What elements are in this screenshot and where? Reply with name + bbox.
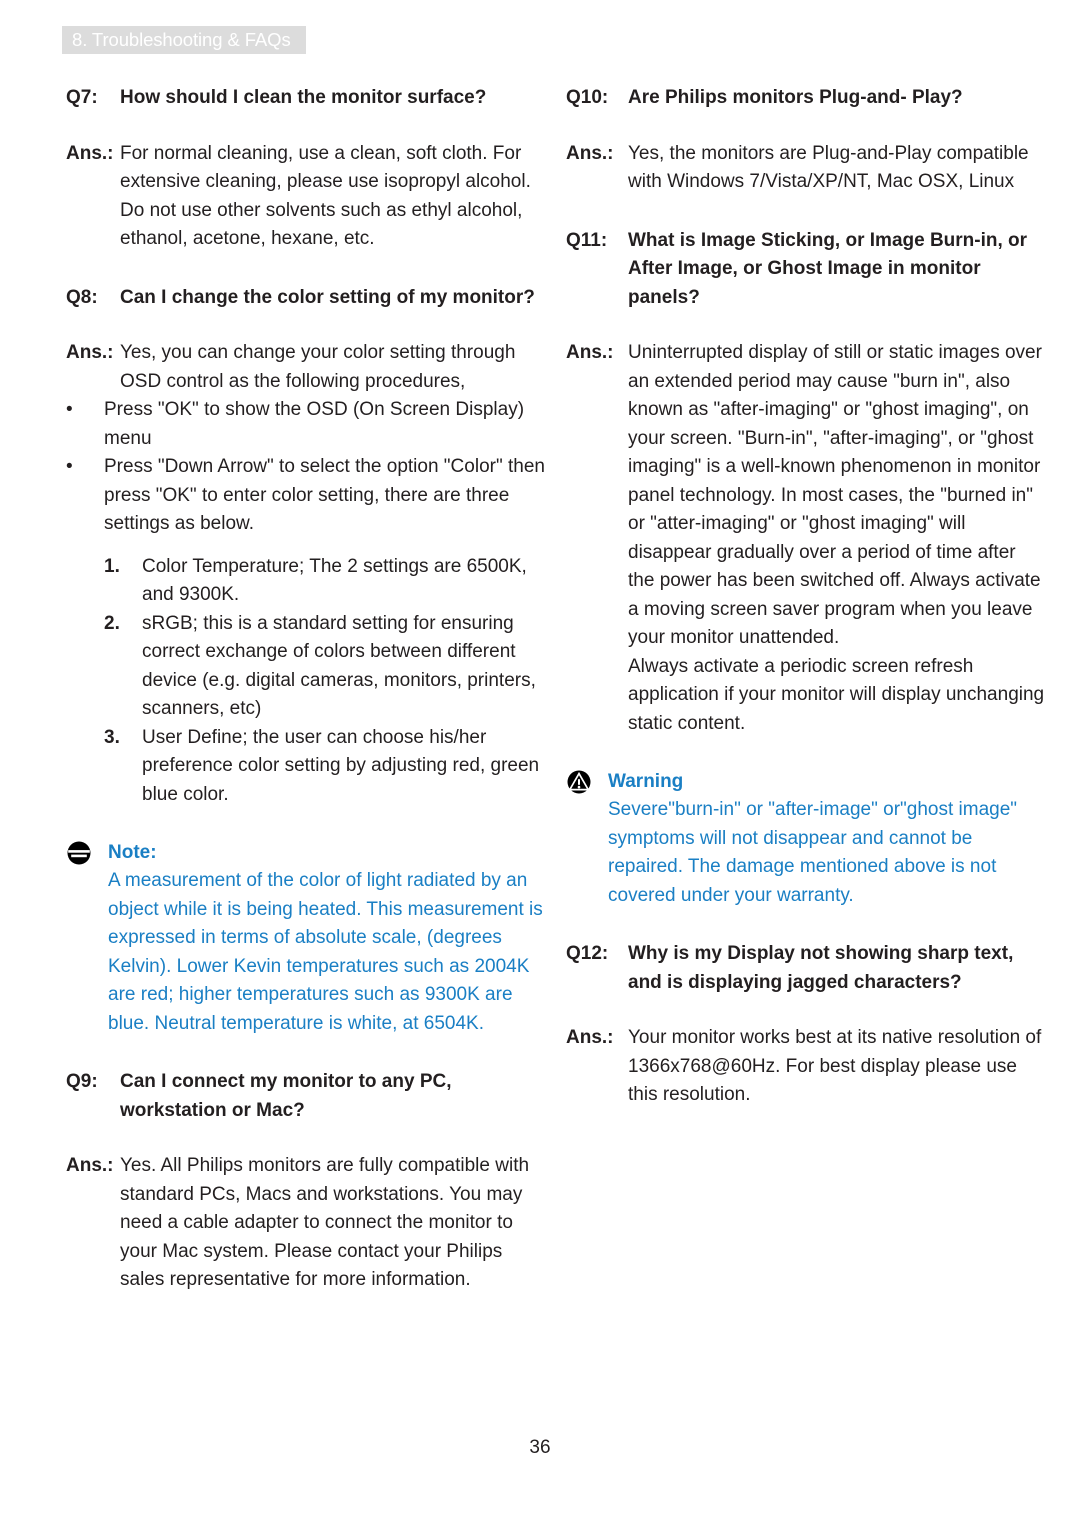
question-text-q9: Can I connect my monitor to any PC, work…	[120, 1071, 452, 1121]
question-row-q11: Q11: What is Image Sticking, or Image Bu…	[566, 227, 1046, 313]
right-column: Q10: Are Philips monitors Plug-and- Play…	[566, 84, 1046, 1295]
question-text-q12: Why is my Display not showing sharp text…	[628, 943, 1014, 993]
note-icon	[67, 841, 91, 865]
question-text-q10: Are Philips monitors Plug-and- Play?	[628, 87, 963, 108]
answer-row-q12: Ans.: Your monitor works best at its nat…	[566, 1024, 1046, 1110]
note-callout: Note: A measurement of the color of ligh…	[66, 839, 546, 1038]
bullet-marker-icon: •	[66, 399, 73, 420]
answer-text-q11-part2: Always activate a periodic screen refres…	[628, 655, 1045, 734]
list-item-text: Press "Down Arrow" to select the option …	[104, 456, 545, 534]
qa-block-q9: Q9: Can I connect my monitor to any PC, …	[66, 1068, 546, 1295]
note-title: Note:	[108, 842, 157, 863]
answer-text-q9: Yes. All Philips monitors are fully comp…	[120, 1155, 530, 1290]
qa-block-q7: Q7: How should I clean the monitor surfa…	[66, 84, 546, 254]
note-body: A measurement of the color of light radi…	[108, 870, 543, 1034]
question-label-q11: Q11:	[566, 229, 608, 251]
warning-callout: Warning Severe"burn-in" or "after-image"…	[566, 768, 1046, 910]
question-label-q10: Q10:	[566, 87, 609, 108]
answer-row-q10: Ans.: Yes, the monitors are Plug-and-Pla…	[566, 140, 1046, 197]
answer-label-q8: Ans.:	[66, 342, 114, 363]
warning-icon	[567, 770, 591, 794]
question-text-q8: Can I change the color setting of my mon…	[120, 286, 535, 308]
warning-header: Warning	[566, 768, 1046, 796]
answer-text-q12: Your monitor works best at its native re…	[628, 1027, 1042, 1105]
answer-label-q12: Ans.:	[566, 1027, 614, 1048]
list-item-text: Color Temperature; The 2 settings are 65…	[142, 555, 527, 606]
bullet-list-q8: • Press "OK" to show the OSD (On Screen …	[66, 396, 546, 539]
list-item-marker: 2.	[104, 612, 120, 634]
qa-block-q12: Q12: Why is my Display not showing sharp…	[566, 940, 1046, 1110]
answer-label-q9: Ans.:	[66, 1155, 114, 1176]
section-header-tab: 8. Troubleshooting & FAQs	[62, 26, 306, 54]
question-label-q7: Q7:	[66, 87, 98, 108]
question-row-q7: Q7: How should I clean the monitor surfa…	[66, 84, 546, 113]
question-row-q9: Q9: Can I connect my monitor to any PC, …	[66, 1068, 546, 1125]
section-header-label: 8. Troubleshooting & FAQs	[72, 29, 291, 50]
answer-text-q11-part1: Uninterrupted display of still or static…	[628, 342, 1042, 648]
qa-block-q11: Q11: What is Image Sticking, or Image Bu…	[566, 227, 1046, 739]
answer-text-q10: Yes, the monitors are Plug-and-Play comp…	[628, 142, 1029, 193]
answer-label-q7: Ans.:	[66, 142, 114, 164]
answer-row-q11: Ans.: Uninterrupted display of still or …	[566, 339, 1046, 653]
question-row-q12: Q12: Why is my Display not showing sharp…	[566, 940, 1046, 997]
list-item-text: User Define; the user can choose his/her…	[142, 726, 540, 805]
list-item: 1. Color Temperature; The 2 settings are…	[104, 553, 546, 610]
answer-row-q7: Ans.: For normal cleaning, use a clean, …	[66, 140, 546, 254]
answer-row-q8: Ans.: Yes, you can change your color set…	[66, 339, 546, 396]
qa-block-q10: Q10: Are Philips monitors Plug-and- Play…	[566, 84, 1046, 197]
question-row-q8: Q8: Can I change the color setting of my…	[66, 284, 546, 313]
left-column: Q7: How should I clean the monitor surfa…	[66, 84, 546, 1295]
answer-label-q11: Ans.:	[566, 342, 614, 363]
list-item-marker: 3.	[104, 726, 120, 748]
note-header: Note:	[66, 839, 546, 867]
list-item: 3. User Define; the user can choose his/…	[104, 724, 546, 810]
question-label-q9: Q9:	[66, 1071, 98, 1092]
question-text-q11: What is Image Sticking, or Image Burn-in…	[628, 229, 1028, 308]
list-item: • Press "Down Arrow" to select the optio…	[66, 453, 546, 539]
answer-row-q9: Ans.: Yes. All Philips monitors are full…	[66, 1152, 546, 1295]
list-item-text: Press "OK" to show the OSD (On Screen Di…	[104, 399, 525, 449]
page-number: 36	[529, 1437, 551, 1458]
bullet-marker-icon: •	[66, 456, 73, 477]
question-text-q7: How should I clean the monitor surface?	[120, 87, 487, 108]
answer-row-q11-continued: Always activate a periodic screen refres…	[566, 653, 1046, 739]
question-label-q12: Q12:	[566, 943, 609, 964]
list-item: • Press "OK" to show the OSD (On Screen …	[66, 396, 546, 453]
list-item-text: sRGB; this is a standard setting for ens…	[142, 612, 536, 720]
warning-title: Warning	[608, 771, 684, 792]
question-label-q8: Q8:	[66, 286, 98, 308]
answer-text-q7: For normal cleaning, use a clean, soft c…	[120, 142, 531, 250]
warning-body: Severe"burn-in" or "after-image" or"ghos…	[608, 799, 1018, 906]
qa-block-q8: Q8: Can I change the color setting of my…	[66, 284, 546, 810]
page-body: Q7: How should I clean the monitor surfa…	[0, 84, 1080, 1295]
numbered-list-q8: 1. Color Temperature; The 2 settings are…	[104, 553, 546, 810]
list-item: 2. sRGB; this is a standard setting for …	[104, 610, 546, 724]
answer-label-q10: Ans.:	[566, 142, 614, 164]
answer-text-q8: Yes, you can change your color setting t…	[120, 342, 516, 392]
list-item-marker: 1.	[104, 555, 120, 577]
question-row-q10: Q10: Are Philips monitors Plug-and- Play…	[566, 84, 1046, 113]
